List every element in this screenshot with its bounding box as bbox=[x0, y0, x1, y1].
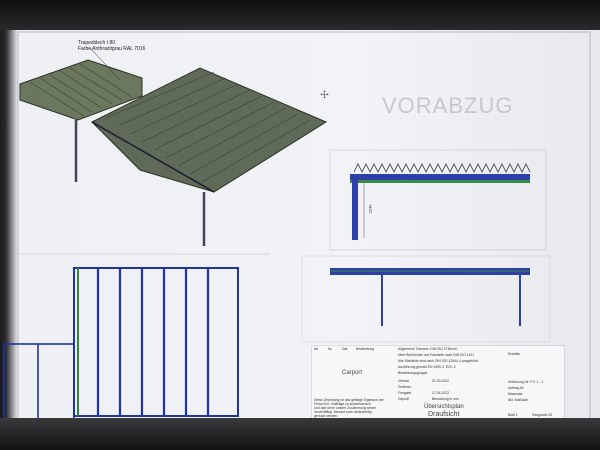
door-frame bbox=[3, 343, 75, 421]
tb-row-value-1: 21.03.2022 bbox=[432, 379, 449, 383]
tb-spec-4: Ausführung gemäß EN 1090-2, EXC 2 bbox=[398, 365, 456, 369]
purlin-beam bbox=[350, 174, 530, 180]
section-dimension-label: 2240 bbox=[367, 204, 373, 214]
tb-row-label-2: Zeichner bbox=[398, 385, 412, 389]
tb-row-value-3: 27.04.2022 bbox=[432, 391, 449, 395]
tb-spec-2: Über Bohrlöcher und Passteile nach DIN I… bbox=[398, 353, 475, 357]
elevation-view bbox=[301, 255, 551, 343]
tb-sheet-title: Übersichtsplan bbox=[424, 404, 464, 410]
trapezoidal-sheet-profile bbox=[353, 163, 531, 173]
tb-row-value-4: Bemaßung in mm bbox=[432, 397, 459, 401]
drawing-sheet: Trapezblech t 80 Farbe Anthrazitgrau RAL… bbox=[0, 0, 600, 450]
tb-row-label-1: Version bbox=[398, 379, 410, 383]
watermark-text: VORABZUG bbox=[382, 93, 514, 118]
roof-note-line2: Farbe Anthrazitgrau RAL 7016 bbox=[78, 46, 146, 52]
tb-auftrag-1: Auftrag-Nr. bbox=[508, 386, 525, 390]
section-post bbox=[352, 176, 358, 240]
tb-sheet-subtitle: Draufsicht bbox=[428, 411, 460, 418]
edge-profile bbox=[350, 180, 530, 183]
wall-studs bbox=[96, 268, 210, 416]
tb-header-nr: Nr. bbox=[328, 347, 333, 351]
tb-right-2: Zeichnung-Nr. P 0 1 - 1 bbox=[508, 380, 543, 384]
tb-header-art: Art bbox=[314, 347, 319, 351]
tb-row-label-3: Freigabe bbox=[398, 391, 412, 395]
tb-row-label-4: Geprüft bbox=[398, 397, 410, 401]
tb-sheet-number: Blatt 1 bbox=[508, 413, 518, 417]
tb-spec-3: Alle Stahlteile sind nach DIN ISO 12944-… bbox=[398, 359, 478, 363]
title-block: Art Nr. Dat. Bearbeitung Carport Diese Z… bbox=[312, 346, 564, 420]
tb-header-dat: Dat. bbox=[342, 347, 349, 351]
tb-right-1: Ersteller bbox=[508, 352, 521, 356]
tb-project: Carport bbox=[342, 370, 363, 376]
wall-frame-view bbox=[3, 253, 270, 421]
tb-auftrag-2: Massstab bbox=[508, 392, 523, 396]
tb-format: Rangstufe A3 bbox=[532, 413, 553, 417]
section-view-frame bbox=[329, 149, 547, 251]
tb-spec-5: Bewehrungsgruppe bbox=[398, 371, 428, 375]
tb-auftrag-3: Akt. Maßstab bbox=[508, 398, 528, 402]
iso-carport-view bbox=[19, 47, 328, 246]
mouse-cursor-icon: ☩ bbox=[320, 90, 329, 101]
monitor-bezel-bottom bbox=[0, 418, 600, 450]
tb-header-bearbeitung: Bearbeitung bbox=[356, 347, 375, 351]
monitor-screen: Trapezblech t 80 Farbe Anthrazitgrau RAL… bbox=[0, 0, 600, 450]
tb-spec-1: Allgemeine Toleranz: DIN ISO 2768 mK bbox=[398, 347, 458, 351]
section-view bbox=[329, 149, 547, 251]
